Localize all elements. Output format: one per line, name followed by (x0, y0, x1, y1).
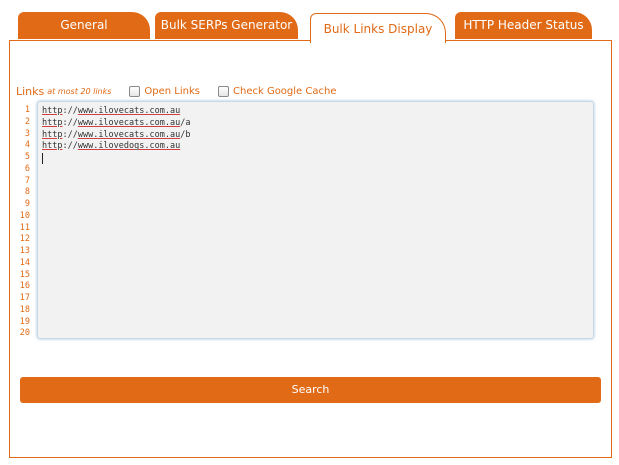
link-scheme: http (42, 117, 63, 128)
tab-bar: General Bulk SERPs Generator Bulk Links … (0, 0, 619, 43)
link-host: www.ilovecats.com.au (77, 129, 181, 140)
check-google-cache-label: Check Google Cache (233, 85, 337, 97)
line-number: 3 (24, 128, 30, 139)
link-sep: :// (62, 129, 78, 140)
text-cursor (42, 153, 43, 164)
link-path: /a (180, 117, 191, 128)
line-number: 2 (24, 116, 30, 127)
line-number: 18 (19, 304, 30, 315)
open-links-checkbox[interactable] (129, 85, 141, 97)
link-line: http://www.ilovecats.com.au (42, 106, 190, 118)
link-host: www.ilovedogs.com.au (77, 141, 181, 152)
link-sep: :// (62, 117, 78, 128)
links-text: http://www.ilovecats.com.au http://www.il… (42, 106, 190, 165)
open-links-label: Open Links (144, 85, 200, 97)
links-header: Links at most 20 links Open Links Check … (16, 83, 336, 99)
links-label: Links (16, 84, 45, 98)
link-sep: :// (62, 141, 78, 152)
link-line: http://www.ilovecats.com.au/b (42, 130, 190, 142)
line-number: 19 (19, 316, 30, 327)
link-scheme: http (42, 106, 63, 116)
links-textarea[interactable]: http://www.ilovecats.com.au http://www.il… (37, 101, 594, 339)
link-path: /b (180, 129, 191, 140)
line-number: 17 (19, 293, 30, 303)
line-number: 15 (19, 269, 30, 280)
tab-bulk-serps-generator[interactable]: Bulk SERPs Generator (155, 12, 298, 39)
check-google-cache-checkbox[interactable] (218, 85, 229, 97)
tab-general[interactable]: General (18, 12, 150, 39)
check-google-cache-option[interactable]: Check Google Cache (218, 85, 337, 97)
line-number: 4 (24, 140, 30, 151)
tab-bulk-links-display[interactable]: Bulk Links Display (310, 13, 446, 43)
link-host: www.ilovecats.com.au (77, 106, 181, 116)
cursor-line (42, 153, 190, 165)
link-line: http://www.ilovedogs.com.au (42, 141, 190, 153)
line-number: 13 (19, 246, 30, 256)
line-number: 20 (19, 328, 30, 339)
line-number: 14 (19, 257, 30, 268)
link-line: http://www.ilovecats.com.au/a (42, 118, 190, 130)
line-number: 11 (19, 222, 30, 233)
links-limit-hint: at most 20 links (47, 86, 112, 96)
line-number: 16 (19, 281, 30, 292)
line-number: 8 (24, 187, 30, 198)
line-number: 6 (24, 163, 30, 174)
link-sep: :// (62, 106, 78, 116)
line-number: 10 (19, 210, 30, 221)
search-button[interactable]: Search (20, 377, 601, 403)
link-scheme: http (42, 141, 63, 152)
line-number: 7 (24, 175, 30, 186)
open-links-option[interactable]: Open Links (129, 85, 200, 97)
tab-http-header-status[interactable]: HTTP Header Status (455, 12, 592, 39)
line-number: 5 (24, 152, 30, 162)
line-number: 9 (24, 199, 30, 209)
link-host: www.ilovecats.com.au (77, 117, 181, 128)
line-number: 12 (19, 234, 30, 245)
link-scheme: http (42, 129, 63, 140)
line-number-gutter: 1 2 3 4 5 6 7 8 9 10 11 12 13 14 15 16 17 18 19 20 (16, 105, 30, 340)
line-number: 1 (24, 105, 30, 115)
